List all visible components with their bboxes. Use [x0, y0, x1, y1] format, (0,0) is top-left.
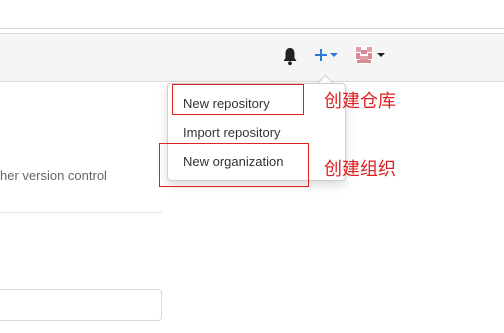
- annotation-label-create-organization: 创建组织: [324, 159, 396, 179]
- page-root: her version control New repository Impor…: [0, 0, 504, 333]
- annotation-highlight-new-organization: [159, 143, 309, 187]
- user-menu-toggle[interactable]: [355, 45, 389, 65]
- create-new-dropdown-toggle[interactable]: [314, 43, 342, 67]
- bell-icon[interactable]: [281, 46, 299, 66]
- browser-top-strip: [0, 0, 504, 29]
- annotation-highlight-new-repository: [172, 84, 304, 115]
- divider: [0, 212, 162, 213]
- chevron-down-icon: [330, 53, 338, 57]
- description-text: her version control: [0, 168, 107, 183]
- annotation-label-create-repository: 创建仓库: [324, 91, 396, 111]
- avatar-icon: [355, 46, 373, 64]
- menu-item-import-repository[interactable]: Import repository: [183, 125, 281, 140]
- chevron-down-icon: [377, 53, 385, 57]
- plus-icon: [315, 49, 327, 61]
- text-input[interactable]: [0, 289, 162, 321]
- top-navbar: [0, 33, 504, 82]
